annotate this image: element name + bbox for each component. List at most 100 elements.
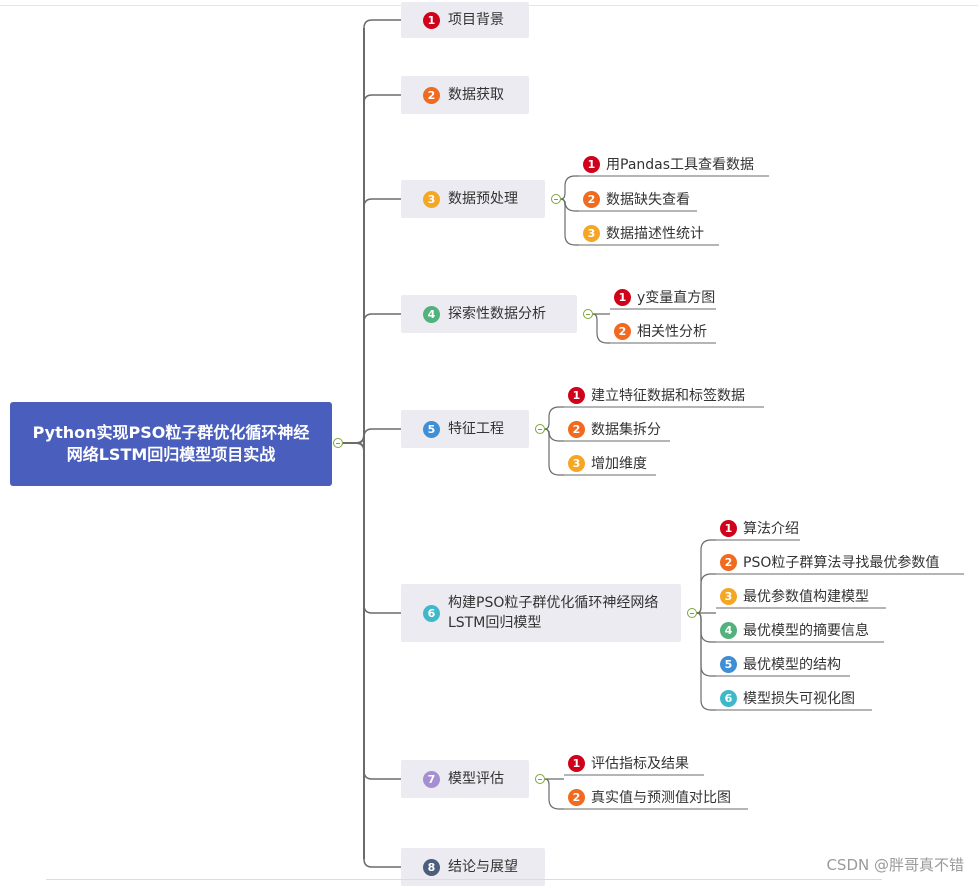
leaf-number-badge: 3 bbox=[568, 454, 585, 472]
leaf-number-badge: 2 bbox=[568, 788, 585, 806]
branch-node[interactable]: 1 项目背景 bbox=[401, 2, 529, 38]
leaf-label: 数据集拆分 bbox=[591, 422, 661, 438]
branch-label: 数据预处理 bbox=[448, 191, 518, 207]
connector-path bbox=[363, 94, 401, 104]
leaf-number-badge: 2 bbox=[614, 322, 631, 340]
leaf-node[interactable]: 1 算法介绍 bbox=[720, 517, 799, 539]
leaf-number-badge: 2 bbox=[583, 190, 600, 208]
connector-path bbox=[560, 198, 579, 246]
leaf-label: PSO粒子群算法寻找最优参数值 bbox=[743, 555, 940, 571]
connector-path bbox=[363, 19, 401, 29]
branch-number-badge: 1 bbox=[423, 11, 440, 29]
branch-number-badge: 2 bbox=[423, 86, 440, 104]
branch-label: 模型评估 bbox=[448, 771, 504, 787]
leaf-node[interactable]: 1 建立特征数据和标签数据 bbox=[568, 384, 745, 406]
branch-number-badge: 3 bbox=[423, 190, 440, 208]
leaf-node[interactable]: 5 最优模型的结构 bbox=[720, 653, 841, 675]
connector-path bbox=[696, 573, 716, 614]
leaf-node[interactable]: 4 最优模型的摘要信息 bbox=[720, 619, 869, 641]
leaf-number-badge: 6 bbox=[720, 689, 737, 707]
leaf-label: 建立特征数据和标签数据 bbox=[591, 388, 745, 404]
branch-node[interactable]: 7 模型评估 bbox=[401, 760, 529, 798]
connector-path bbox=[560, 175, 579, 200]
branch-node[interactable]: 8 结论与展望 bbox=[401, 848, 545, 886]
leaf-label: 最优模型的结构 bbox=[743, 657, 841, 673]
leaf-number-badge: 3 bbox=[720, 587, 737, 605]
connector-path bbox=[363, 858, 401, 868]
branch-collapse-toggle[interactable] bbox=[551, 194, 561, 204]
branch-label: 项目背景 bbox=[448, 12, 504, 28]
leaf-node[interactable]: 2 数据缺失查看 bbox=[583, 188, 690, 210]
leaf-node[interactable]: 2 PSO粒子群算法寻找最优参数值 bbox=[720, 551, 939, 573]
root-title: Python实现PSO粒子群优化循环神经网络LSTM回归模型项目实战 bbox=[32, 423, 310, 464]
branch-collapse-toggle[interactable] bbox=[687, 608, 697, 618]
leaf-node[interactable]: 3 最优参数值构建模型 bbox=[720, 585, 869, 607]
connector-path bbox=[363, 770, 401, 780]
leaf-label: 相关性分析 bbox=[637, 324, 707, 340]
branch-number-badge: 5 bbox=[423, 420, 440, 438]
connector-path bbox=[544, 428, 564, 476]
leaf-node[interactable]: 1 用Pandas工具查看数据 bbox=[583, 153, 754, 175]
connector-path bbox=[363, 428, 401, 438]
leaf-number-badge: 2 bbox=[720, 553, 737, 571]
root-collapse-toggle[interactable] bbox=[333, 438, 343, 448]
connector-path bbox=[696, 612, 716, 677]
leaf-label: 数据描述性统计 bbox=[606, 226, 704, 242]
leaf-label: y变量直方图 bbox=[637, 290, 716, 306]
leaf-node[interactable]: 3 增加维度 bbox=[568, 452, 647, 474]
branch-number-badge: 6 bbox=[423, 604, 440, 622]
connector-path bbox=[342, 434, 365, 444]
branch-node[interactable]: 4 探索性数据分析 bbox=[401, 295, 577, 333]
leaf-node[interactable]: 1 y变量直方图 bbox=[614, 286, 715, 308]
root-node[interactable]: Python实现PSO粒子群优化循环神经网络LSTM回归模型项目实战 bbox=[10, 402, 332, 486]
leaf-node[interactable]: 2 相关性分析 bbox=[614, 320, 707, 342]
branch-number-badge: 4 bbox=[423, 305, 440, 323]
connector-path bbox=[544, 778, 564, 810]
leaf-node[interactable]: 1 评估指标及结果 bbox=[568, 752, 689, 774]
connector-path bbox=[363, 198, 401, 208]
branch-collapse-toggle[interactable] bbox=[535, 774, 545, 784]
branch-node[interactable]: 2 数据获取 bbox=[401, 76, 529, 114]
connector-path bbox=[696, 612, 716, 711]
branch-node[interactable]: 3 数据预处理 bbox=[401, 180, 545, 218]
leaf-number-badge: 4 bbox=[720, 621, 737, 639]
bottom-divider bbox=[46, 879, 882, 880]
leaf-node[interactable]: 2 真实值与预测值对比图 bbox=[568, 786, 731, 808]
watermark: CSDN @胖哥真不错 bbox=[826, 856, 964, 874]
branch-label: 数据获取 bbox=[448, 87, 504, 103]
leaf-label: 增加维度 bbox=[591, 456, 647, 472]
branch-label: 结论与展望 bbox=[448, 859, 518, 875]
leaf-label: 算法介绍 bbox=[743, 521, 799, 537]
leaf-number-badge: 1 bbox=[614, 288, 631, 306]
leaf-node[interactable]: 2 数据集拆分 bbox=[568, 418, 661, 440]
leaf-number-badge: 1 bbox=[568, 754, 585, 772]
leaf-number-badge: 1 bbox=[568, 386, 585, 404]
leaf-number-badge: 1 bbox=[720, 519, 737, 537]
mind-map-canvas: Python实现PSO粒子群优化循环神经网络LSTM回归模型项目实战 1 项目背景… bbox=[0, 0, 978, 886]
branch-collapse-toggle[interactable] bbox=[583, 309, 593, 319]
connector-path bbox=[592, 313, 610, 344]
leaf-label: 模型损失可视化图 bbox=[743, 691, 855, 707]
branch-node[interactable]: 6 构建PSO粒子群优化循环神经网络LSTM回归模型 bbox=[401, 584, 681, 642]
connector-path bbox=[696, 539, 716, 614]
leaf-number-badge: 2 bbox=[568, 420, 585, 438]
branch-label: 特征工程 bbox=[448, 421, 504, 437]
leaf-number-badge: 5 bbox=[720, 655, 737, 673]
leaf-node[interactable]: 3 数据描述性统计 bbox=[583, 222, 704, 244]
branch-label: 探索性数据分析 bbox=[448, 306, 546, 322]
branch-node[interactable]: 5 特征工程 bbox=[401, 410, 529, 448]
branch-collapse-toggle[interactable] bbox=[535, 424, 545, 434]
leaf-label: 数据缺失查看 bbox=[606, 192, 690, 208]
leaf-label: 用Pandas工具查看数据 bbox=[606, 157, 755, 173]
connector-path bbox=[544, 406, 564, 430]
connector-path bbox=[363, 604, 401, 614]
connector-path bbox=[355, 442, 365, 452]
leaf-label: 最优模型的摘要信息 bbox=[743, 623, 869, 639]
leaf-label: 评估指标及结果 bbox=[591, 756, 689, 772]
leaf-node[interactable]: 6 模型损失可视化图 bbox=[720, 687, 855, 709]
connector-path bbox=[363, 313, 401, 323]
leaf-label: 最优参数值构建模型 bbox=[743, 589, 869, 605]
branch-label: 构建PSO粒子群优化循环神经网络LSTM回归模型 bbox=[448, 595, 659, 631]
branch-number-badge: 8 bbox=[423, 858, 440, 876]
leaf-number-badge: 1 bbox=[583, 155, 600, 173]
